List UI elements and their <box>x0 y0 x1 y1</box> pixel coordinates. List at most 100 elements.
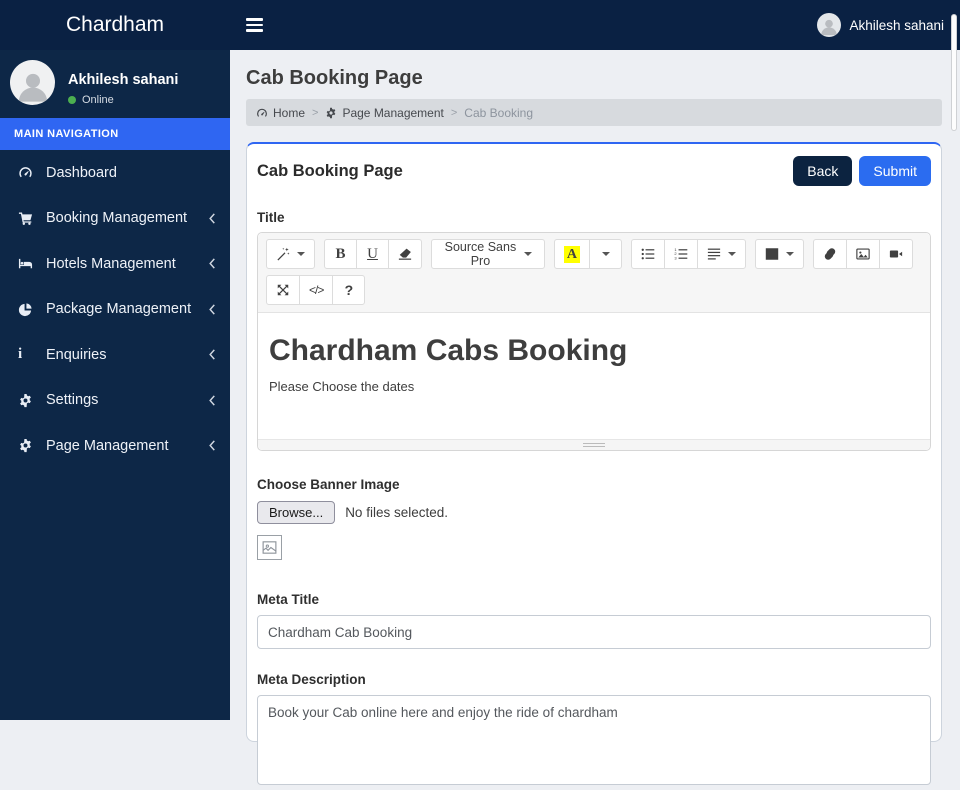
breadcrumb-page-management[interactable]: Page Management <box>325 106 444 120</box>
rich-text-editor: B U Source Sans Pro A 1 2 3 </> ? Chardh… <box>257 232 931 451</box>
video-icon <box>889 250 903 258</box>
meta-title-input[interactable] <box>257 615 931 649</box>
editor-paragraph: Please Choose the dates <box>269 379 415 394</box>
gear-icon <box>18 438 40 453</box>
broken-image-icon <box>262 541 277 554</box>
gear-icon <box>18 393 40 408</box>
sidebar-menu: Dashboard Booking Management Hotels Mana… <box>0 150 230 469</box>
svg-text:3: 3 <box>674 255 677 260</box>
sidebar-user-name: Akhilesh sahani <box>68 72 179 88</box>
sidebar-item-page-management[interactable]: Page Management <box>0 423 230 469</box>
caret-down-icon <box>523 252 532 256</box>
eraser-icon <box>398 248 412 260</box>
chevron-left-icon <box>208 213 216 224</box>
caret-down-icon <box>786 252 794 256</box>
editor-heading: Chardham Cabs Booking <box>269 334 628 367</box>
breadcrumb-separator: > <box>312 106 319 119</box>
sidebar-item-package-management[interactable]: Package Management <box>0 287 230 333</box>
chevron-left-icon <box>208 440 216 451</box>
font-color-button[interactable]: A <box>553 239 590 269</box>
sidebar-item-enquiries[interactable]: i Enquiries <box>0 332 230 378</box>
meta-title-label: Meta Title <box>257 592 320 607</box>
underline-button[interactable]: U <box>356 239 389 269</box>
cart-icon <box>18 211 40 226</box>
gear-icon <box>327 107 336 118</box>
nav-section-header: MAIN NAVIGATION <box>0 118 230 150</box>
grip-icon <box>583 443 605 447</box>
page-scrollbar[interactable] <box>951 14 957 131</box>
align-icon <box>707 248 721 260</box>
style-dropdown-button[interactable] <box>266 239 315 269</box>
insert-picture-button[interactable] <box>846 239 880 269</box>
breadcrumb-home[interactable]: Home <box>256 106 305 120</box>
editor-content[interactable]: Chardham Cabs Booking Please Choose the … <box>258 313 930 439</box>
tachometer-icon <box>257 108 267 117</box>
table-dropdown[interactable] <box>755 239 804 269</box>
caret-down-icon <box>728 252 736 256</box>
banner-image-placeholder <box>257 535 282 560</box>
back-button[interactable]: Back <box>793 156 853 186</box>
breadcrumb-separator: > <box>450 106 458 119</box>
info-icon: i <box>18 346 23 363</box>
ordered-list-icon: 123 <box>674 247 688 260</box>
help-button[interactable]: ? <box>332 275 366 305</box>
table-icon <box>765 248 779 260</box>
chevron-left-icon <box>208 349 216 360</box>
top-navbar: Chardham Akhilesh sahani <box>0 0 960 50</box>
highlight-color-swatch: A <box>563 245 580 263</box>
sidebar-user-panel: Akhilesh sahani Online <box>0 50 230 118</box>
sidebar-user-avatar <box>10 60 55 105</box>
ordered-list-button[interactable]: 123 <box>664 239 698 269</box>
cab-booking-card: Cab Booking Page Back Submit Title B U S… <box>246 142 942 785</box>
user-name: Akhilesh sahani <box>849 17 944 33</box>
banner-field-label: Choose Banner Image <box>257 477 400 492</box>
sidebar-item-booking-management[interactable]: Booking Management <box>0 196 230 242</box>
font-color-dropdown[interactable] <box>589 239 622 269</box>
online-status-label: Online <box>82 94 114 106</box>
online-status-dot <box>68 96 76 104</box>
fullscreen-icon <box>277 284 289 296</box>
card-title: Cab Booking Page <box>257 161 403 180</box>
tachometer-icon <box>18 165 40 180</box>
meta-description-textarea[interactable]: Book your Cab online here and enjoy the … <box>257 695 931 785</box>
sidebar: Akhilesh sahani Online MAIN NAVIGATION D… <box>0 50 230 720</box>
page-title: Cab Booking Page <box>246 67 423 89</box>
caret-down-icon <box>297 252 305 256</box>
insert-link-button[interactable] <box>813 239 847 269</box>
sidebar-item-dashboard[interactable]: Dashboard <box>0 150 230 196</box>
sidebar-item-hotels-management[interactable]: Hotels Management <box>0 241 230 287</box>
editor-resize-handle[interactable] <box>258 439 930 450</box>
breadcrumb-current: Cab Booking <box>464 105 534 120</box>
unordered-list-button[interactable] <box>631 239 665 269</box>
paragraph-align-dropdown[interactable] <box>697 239 746 269</box>
code-view-button[interactable]: </> <box>299 275 334 305</box>
bed-icon <box>18 256 40 271</box>
person-icon <box>18 73 47 102</box>
font-family-dropdown[interactable]: Source Sans Pro <box>431 239 545 269</box>
user-avatar <box>817 13 842 37</box>
caret-down-icon <box>601 252 610 256</box>
editor-toolbar: B U Source Sans Pro A 1 2 3 </> ? <box>258 233 930 313</box>
hamburger-menu-icon[interactable] <box>246 18 263 32</box>
browse-file-button[interactable]: Browse... <box>257 501 336 524</box>
fullscreen-button[interactable] <box>266 275 300 305</box>
title-field-label: Title <box>257 210 285 225</box>
unordered-list-icon <box>641 248 655 260</box>
submit-button[interactable]: Submit <box>859 156 931 186</box>
picture-icon <box>856 248 870 260</box>
no-file-text: No files selected. <box>345 505 448 520</box>
sidebar-item-settings[interactable]: Settings <box>0 378 230 424</box>
person-icon <box>821 19 838 36</box>
bold-button[interactable]: B <box>324 239 357 269</box>
breadcrumb: Home > Page Management > Cab Booking <box>246 99 942 126</box>
clear-formatting-button[interactable] <box>388 239 422 269</box>
brand-logo[interactable]: Chardham <box>0 13 230 37</box>
insert-video-button[interactable] <box>879 239 913 269</box>
main-content: Cab Booking Page Home > Page Management … <box>230 50 960 785</box>
pie-chart-icon <box>18 302 40 317</box>
meta-description-label: Meta Description <box>257 672 366 687</box>
chevron-left-icon <box>208 395 216 406</box>
chevron-left-icon <box>208 258 216 269</box>
chevron-left-icon <box>208 304 216 315</box>
user-menu[interactable]: Akhilesh sahani <box>817 13 944 37</box>
